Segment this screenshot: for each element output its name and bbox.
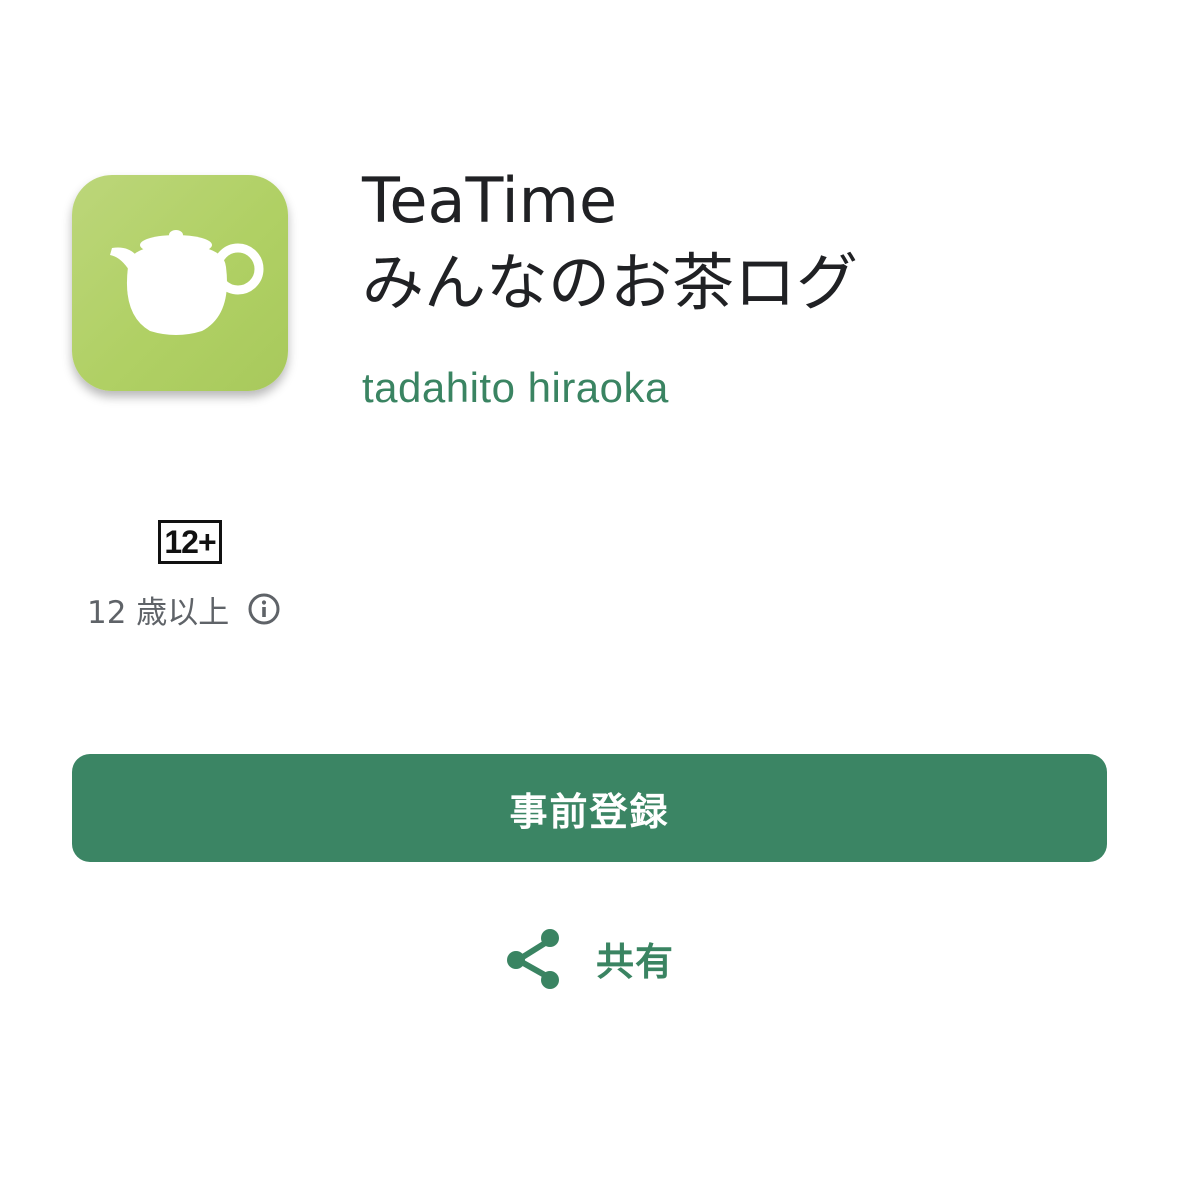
app-icon bbox=[72, 175, 288, 391]
preregister-button[interactable]: 事前登録 bbox=[72, 754, 1107, 862]
app-title-subtitle: みんなのお茶ログ bbox=[362, 246, 859, 319]
content-rating-badge: 12+ bbox=[158, 520, 222, 564]
share-label: 共有 bbox=[596, 939, 675, 984]
content-rating-row: 12 歳以上 bbox=[87, 586, 281, 632]
developer-link[interactable]: tadahito hiraoka bbox=[362, 360, 669, 416]
info-icon[interactable] bbox=[247, 592, 281, 626]
share-icon bbox=[507, 929, 559, 989]
content-rating-label: 12 歳以上 bbox=[87, 594, 230, 631]
app-title-primary: TeaTime bbox=[362, 164, 618, 237]
teapot-icon bbox=[110, 230, 264, 335]
preregister-button-label: 事前登録 bbox=[509, 789, 670, 834]
share-button[interactable]: 共有 bbox=[500, 920, 674, 996]
app-title: TeaTime みんなのお茶ログ bbox=[362, 160, 1142, 324]
